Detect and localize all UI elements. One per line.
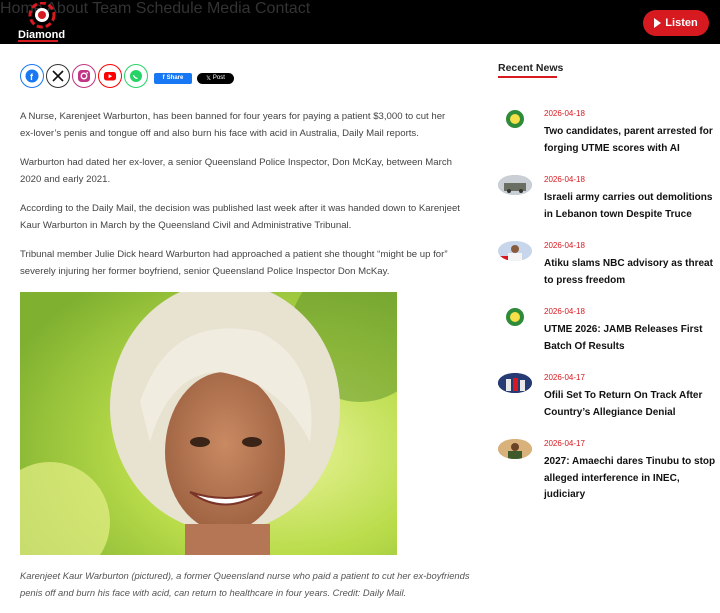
- article-paragraph: Tribunal member Julie Dick heard Warburt…: [20, 249, 448, 277]
- listen-label: Listen: [665, 17, 698, 29]
- x-icon[interactable]: [46, 64, 70, 88]
- article-paragraph: According to the Daily Mail, the decisio…: [20, 203, 460, 231]
- photo-caption: Karenjeet Kaur Warburton (pictured), a f…: [20, 570, 470, 598]
- recent-news-item[interactable]: 2026-04-18 Two candidates, parent arrest…: [498, 109, 713, 169]
- news-title-link[interactable]: Atiku slams NBC advisory as threat to pr…: [544, 256, 716, 289]
- nav-media[interactable]: Media: [207, 0, 251, 17]
- news-title-link[interactable]: Israeli army carries out demolitions in …: [544, 190, 716, 223]
- news-title-link[interactable]: Ofili Set To Return On Track After Count…: [544, 388, 716, 421]
- recent-news-item[interactable]: 2026-04-18 Israeli army carries out demo…: [498, 175, 713, 235]
- recent-news-item[interactable]: 2026-04-17 2027: Amaechi dares Tinubu to…: [498, 439, 715, 500]
- portrait-image: [20, 292, 397, 555]
- whatsapp-icon[interactable]: [124, 64, 148, 88]
- x-post-label: Post: [212, 75, 225, 81]
- news-date: 2026-04-17: [544, 373, 585, 382]
- news-date: 2026-04-18: [544, 241, 585, 250]
- news-title-link[interactable]: Two candidates, parent arrested for forg…: [544, 124, 716, 157]
- site-logo[interactable]: Diamond: [18, 2, 66, 42]
- top-navigation-bar: Diamond Home About Team Schedule Media C…: [0, 0, 720, 44]
- news-title-link[interactable]: 2027: Amaechi dares Tinubu to stop alleg…: [544, 454, 716, 504]
- facebook-icon[interactable]: f: [20, 64, 44, 88]
- instagram-icon[interactable]: [72, 64, 96, 88]
- recent-news-item[interactable]: 2026-04-18 UTME 2026: JAMB Releases Firs…: [498, 307, 713, 367]
- recent-news-heading: Recent News: [498, 62, 564, 74]
- youtube-icon[interactable]: [98, 64, 122, 88]
- news-date: 2026-04-17: [544, 439, 585, 448]
- facebook-small-icon: f: [162, 75, 165, 81]
- recent-news-item[interactable]: 2026-04-18 Atiku slams NBC advisory as t…: [498, 241, 713, 301]
- nav-schedule[interactable]: Schedule: [136, 0, 203, 17]
- listen-button[interactable]: Listen: [643, 10, 709, 36]
- fb-share-label: Share: [166, 75, 184, 81]
- logo-underline: [18, 40, 58, 42]
- vehicle-photo-thumbnail[interactable]: [498, 175, 532, 195]
- news-title-link[interactable]: UTME 2026: JAMB Releases First Batch Of …: [544, 322, 716, 355]
- nav-team[interactable]: Team: [92, 0, 131, 17]
- heading-underline: [498, 76, 557, 78]
- facebook-share-button[interactable]: f Share: [154, 72, 192, 84]
- diamond-logo-icon: [28, 2, 56, 29]
- article-photo: [20, 292, 397, 555]
- x-post-button[interactable]: 𝕏 Post: [197, 72, 234, 84]
- person-photo-thumbnail[interactable]: [498, 439, 532, 459]
- article-paragraph: A Nurse, Karenjeet Warburton, has been b…: [20, 111, 446, 139]
- news-date: 2026-04-18: [544, 109, 585, 118]
- person-photo-thumbnail[interactable]: [498, 241, 532, 261]
- news-date: 2026-04-18: [544, 175, 585, 184]
- news-date: 2026-04-18: [544, 307, 585, 316]
- share-bar: f f Share 𝕏 Post: [20, 64, 234, 88]
- jamb-logo-thumbnail[interactable]: [498, 307, 532, 327]
- athletes-photo-thumbnail[interactable]: [498, 373, 532, 393]
- nav-contact[interactable]: Contact: [255, 0, 310, 17]
- play-icon: [654, 18, 662, 28]
- jamb-logo-thumbnail[interactable]: [498, 109, 532, 129]
- x-small-icon: 𝕏: [206, 75, 211, 82]
- recent-news-item[interactable]: 2026-04-17 Ofili Set To Return On Track …: [498, 373, 713, 433]
- article-body: A Nurse, Karenjeet Warburton, has been b…: [20, 108, 460, 292]
- article-paragraph: Warburton had dated her ex-lover, a seni…: [20, 157, 452, 185]
